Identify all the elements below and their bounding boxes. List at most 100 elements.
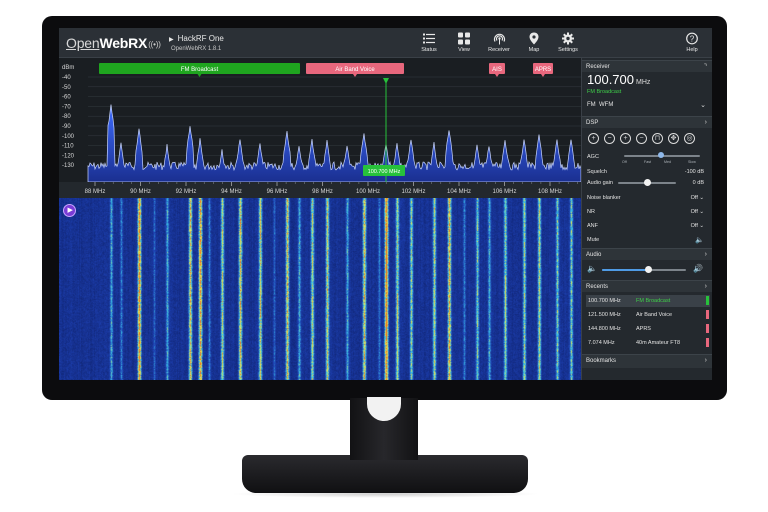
nav-settings-button[interactable]: Settings (551, 32, 585, 53)
tuned-frequency-tag[interactable]: 100.700 MHz (363, 165, 405, 176)
freq-tick-label: 92 MHz (176, 189, 197, 195)
band-label: FM Broadcast (181, 67, 219, 73)
nav-map-button[interactable]: Map (517, 32, 551, 53)
nr-value: Off (690, 209, 698, 215)
logo-web: WebRX (99, 35, 148, 51)
collapse-icon: ⌝ (703, 64, 707, 71)
grid-icon (458, 32, 470, 45)
nav-help-button[interactable]: ? Help (675, 32, 709, 53)
move-icon[interactable]: ✥ (668, 133, 679, 144)
recent-item[interactable]: 121.500 MHz Air Band Voice (586, 309, 710, 321)
freq-tick-label: 108 MHz (538, 189, 562, 195)
device-selector[interactable]: ▶ HackRF One (169, 34, 224, 43)
mute-speaker-icon[interactable]: 🔈 (695, 236, 704, 244)
spectrum-plot[interactable]: dBm -40 -50 -60 -70 -80 -90 -100 -110 -120 -130 FM … (59, 58, 582, 196)
play-icon: ▶ (67, 207, 73, 214)
recent-name: Air Band Voice (636, 312, 673, 318)
audio-gain-slider[interactable] (618, 178, 676, 188)
recent-name: 40m Amateur FT8 (636, 340, 681, 346)
spectrum-display[interactable]: dBm -40 -50 -60 -70 -80 -90 -100 -110 -120 -130 FM … (59, 58, 582, 196)
frequency-scale[interactable]: 88 MHz 90 MHz 92 MHz 94 MHz 96 MHz 98 MHz 100 … (59, 182, 581, 198)
db-tick-label: -80 (62, 114, 71, 120)
tuning-marker-icon[interactable] (383, 78, 389, 84)
nr-select[interactable]: Off ⌄ (691, 209, 704, 215)
recents-section-header[interactable]: Recents › (582, 280, 712, 292)
dsp-section-header[interactable]: DSP › (582, 116, 712, 128)
waterfall-canvas[interactable] (59, 198, 581, 380)
map-pin-icon (529, 32, 539, 45)
audio-gain-label: Audio gain (587, 180, 613, 186)
volume-slider[interactable] (602, 266, 686, 274)
db-tick-label: -90 (62, 124, 71, 130)
modulation-select[interactable]: FM WFM (587, 102, 613, 108)
squelch-slider[interactable] (616, 171, 676, 175)
help-icon: ? (686, 32, 698, 45)
freq-tick-label: 98 MHz (312, 189, 333, 195)
freq-tick-label: 100 MHz (356, 189, 380, 195)
nav-receiver-button[interactable]: Receiver (482, 32, 516, 53)
db-tick-label: -40 (62, 75, 71, 81)
nav-help-label: Help (686, 47, 698, 53)
zoom-out-icon[interactable]: − (604, 133, 615, 144)
db-tick-label: -70 (62, 104, 71, 110)
band-marker[interactable]: FM Broadcast (99, 63, 300, 77)
receiver-section-header[interactable]: Receiver ⌝ (582, 60, 712, 72)
bookmarks-section-header[interactable]: Bookmarks › (582, 354, 712, 368)
volume-high-icon[interactable]: 🔊 (693, 264, 703, 273)
recent-color-bar (706, 324, 709, 333)
recent-item[interactable]: 7.074 MHz 40m Amateur FT8 (586, 337, 710, 349)
recent-frequency: 121.500 MHz (588, 312, 621, 318)
agc-slider[interactable]: Off Fast Med Slow (622, 152, 702, 166)
nav-receiver-label: Receiver (488, 47, 510, 53)
waterfall-play-button[interactable]: ▶ (63, 204, 76, 217)
squelch-value: -100 dB (684, 169, 704, 175)
nav-settings-label: Settings (558, 47, 578, 53)
recent-item[interactable]: 100.700 MHz FM Broadcast (586, 295, 710, 307)
recent-frequency: 100.700 MHz (588, 298, 621, 304)
monitor-stand-base (242, 455, 528, 493)
mute-label: Mute (587, 237, 600, 243)
recent-color-bar (706, 310, 709, 319)
audio-title: Audio (586, 252, 602, 258)
volume-low-icon[interactable]: 🔈 (587, 264, 597, 273)
freq-tick-label: 90 MHz (130, 189, 151, 195)
zoom-out-icon[interactable]: − (636, 133, 647, 144)
frequency-display[interactable]: 100.700 MHz (587, 72, 650, 87)
db-tick-label: -60 (62, 95, 71, 101)
chevron-right-icon: › (704, 251, 707, 258)
recent-frequency: 144.800 MHz (588, 326, 621, 332)
nav-status-label: Status (421, 47, 437, 53)
db-tick-label: -50 (62, 85, 71, 91)
nav-view-button[interactable]: View (447, 32, 481, 53)
noise-blanker-label: Noise blanker (587, 195, 621, 201)
app-logo[interactable]: OpenWebRX((•)) (66, 35, 161, 51)
list-icon (423, 33, 435, 44)
audio-section-header[interactable]: Audio › (582, 248, 712, 260)
waterfall-display[interactable]: ▶ (59, 198, 581, 380)
filter-icon[interactable]: ⊓ (652, 133, 663, 144)
zoom-in-icon[interactable]: + (620, 133, 631, 144)
recent-item[interactable]: 144.800 MHz APRS (586, 323, 710, 335)
band-marker[interactable]: APRS (533, 63, 553, 77)
target-icon[interactable]: ◎ (684, 133, 695, 144)
screen: OpenWebRX((•)) ▶ HackRF One OpenWebRX 1.8… (59, 28, 712, 380)
recent-frequency: 7.074 MHz (588, 340, 615, 346)
chevron-right-icon: › (704, 119, 707, 126)
band-marker[interactable]: Air Band Voice (306, 63, 404, 77)
band-marker[interactable]: AIS (489, 63, 505, 77)
anf-select[interactable]: Off ⌄ (691, 223, 704, 229)
nav-view-label: View (458, 47, 470, 53)
db-unit-label: dBm (62, 65, 74, 71)
noise-blanker-select[interactable]: Off ⌄ (691, 195, 704, 201)
dsp-toolbar: + − + − ⊓ ✥ ◎ (588, 133, 708, 145)
chevron-down-icon[interactable]: ⌄ (700, 101, 706, 109)
control-panel: Receiver ⌝ 100.700 MHz FM Broadcast FM WF… (581, 58, 712, 380)
zoom-in-icon[interactable]: + (588, 133, 599, 144)
freq-tick-label: 94 MHz (221, 189, 242, 195)
agc-option-med: Med (664, 160, 671, 164)
nav-status-button[interactable]: Status (412, 32, 446, 53)
nr-label: NR (587, 209, 595, 215)
dsp-title: DSP (586, 120, 599, 126)
band-label: Air Band Voice (335, 67, 375, 73)
frequency-scale-ticks: 88 MHz 90 MHz 92 MHz 94 MHz 96 MHz 98 MHz 100 … (85, 182, 578, 195)
